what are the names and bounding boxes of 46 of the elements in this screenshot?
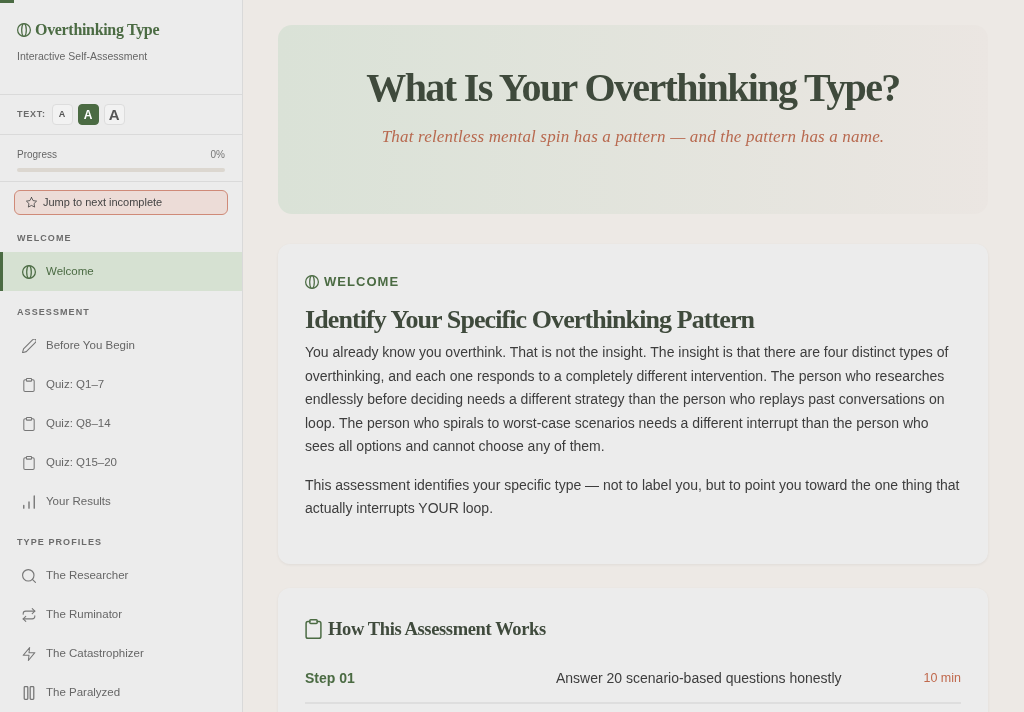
text-size-button[interactable]: A	[51, 104, 73, 126]
step-label: Step 01	[305, 669, 356, 688]
bar-chart-icon	[22, 494, 36, 509]
sidebar-item[interactable]: Your Results	[0, 482, 242, 521]
clipboard-icon	[22, 416, 36, 431]
step-description: Answer 20 scenario-based questions honestly	[556, 669, 843, 688]
section-eyebrow: WELCOME	[324, 274, 400, 290]
sidebar-item[interactable]: The Catastrophizer	[0, 634, 242, 673]
body-paragraph: This assessment identifies your specific type — not to label you, but to point you toward the one thing that actually interrupts YOUR loop.	[305, 475, 961, 518]
repeat-icon	[22, 607, 36, 622]
clipboard-icon	[305, 618, 322, 639]
text-size-button[interactable]: A	[77, 104, 99, 126]
sidebar-item[interactable]: Welcome	[0, 252, 242, 291]
sidebar-item[interactable]: Quiz: Q15–20	[0, 443, 242, 482]
clipboard-icon	[22, 455, 36, 470]
hero-subtitle: That relentless mental spin has a pattern — and the pattern has a name.	[381, 126, 885, 148]
clipboard-icon	[22, 377, 36, 392]
text-size-label: TEXT:	[17, 107, 46, 121]
sidebar-item[interactable]: The Ruminator	[0, 595, 242, 634]
sidebar-item[interactable]: Before You Begin	[0, 326, 242, 365]
steps-heading: How This Assessment Works	[328, 617, 546, 641]
section-heading: ASSESSMENT	[16, 306, 91, 319]
hero-title: What Is Your Overthinking Type?	[366, 65, 900, 111]
sidebar-item[interactable]: The Paralyzed	[0, 673, 242, 712]
sidebar-item[interactable]: Quiz: Q1–7	[0, 365, 242, 404]
lightning-icon	[22, 646, 36, 661]
progress-label: Progress	[17, 148, 57, 161]
section-heading: TYPE PROFILES	[16, 536, 104, 549]
split-circle-icon	[17, 23, 31, 37]
jump-to-next-button[interactable]: Jump to next incomplete	[14, 190, 228, 215]
sidebar-item[interactable]: Quiz: Q8–14	[0, 404, 242, 443]
pause-icon	[22, 685, 36, 700]
split-circle-icon	[22, 264, 36, 279]
progress-value: 0%	[210, 148, 225, 161]
text-size-button[interactable]: A	[103, 104, 125, 126]
intro-heading: Identify Your Specific Overthinking Pattern	[305, 304, 756, 336]
search-icon	[22, 568, 36, 583]
pencil-icon	[22, 338, 36, 353]
split-circle-icon	[305, 275, 319, 289]
sidebar-item[interactable]: The Researcher	[0, 556, 242, 595]
step-duration: 10 min	[923, 670, 961, 688]
body-paragraph: You already know you overthink. That is not the insight. The insight is that there are four distinct types of overthinking, and each one responds to a completely different intervention. The person who researches endlessly before deciding needs a different strategy than the person who replays past conversations on loop. The person who spirals to worst-case scenarios needs a different interrupt than the person who sees all options and cannot choose any of them.	[305, 343, 950, 456]
app-title: Overthinking Type	[35, 20, 160, 41]
section-heading: WELCOME	[16, 232, 73, 245]
app-subtitle: Interactive Self-Assessment	[17, 49, 149, 63]
star-icon	[26, 197, 37, 208]
